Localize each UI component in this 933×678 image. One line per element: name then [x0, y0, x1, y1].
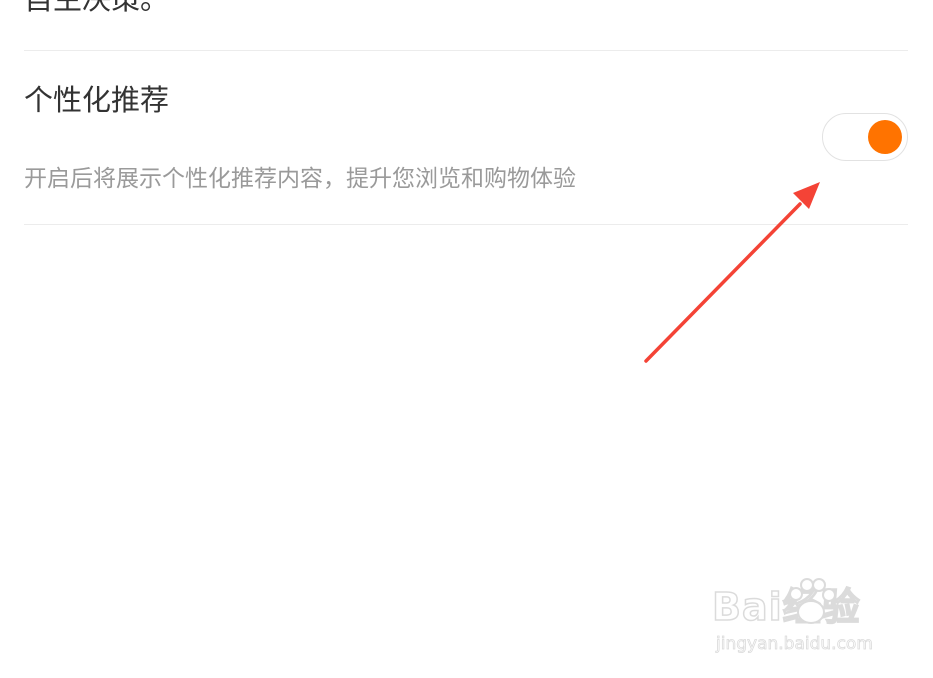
previous-section-text: 自主决策。 — [24, 0, 169, 16]
toggle-knob-icon — [868, 120, 902, 154]
paw-icon — [789, 578, 836, 624]
personalized-recommendation-title: 个性化推荐 — [24, 83, 170, 117]
personalized-recommendation-row — [0, 51, 933, 224]
watermark-url: jingyan.baidu.com — [716, 634, 874, 655]
baidu-jingyan-watermark: Bai经验 jingyan.baidu.com — [711, 576, 902, 666]
personalized-recommendation-toggle[interactable] — [822, 113, 908, 161]
personalized-recommendation-description: 开启后将展示个性化推荐内容，提升您浏览和购物体验 — [24, 166, 576, 192]
divider-bottom — [24, 224, 908, 225]
arrow-shaft — [644, 202, 802, 363]
